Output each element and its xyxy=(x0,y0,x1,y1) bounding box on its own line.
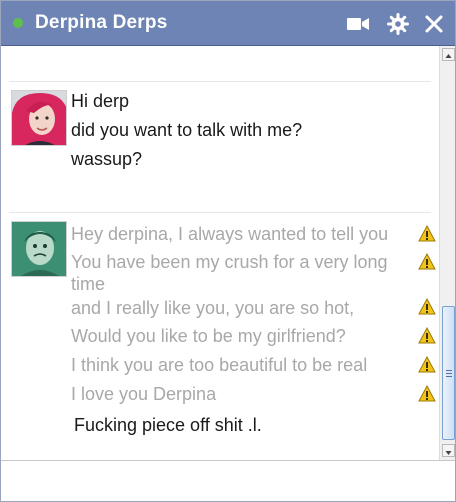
failed-message-text: I love you Derpina xyxy=(71,384,217,404)
gear-icon[interactable] xyxy=(387,13,409,35)
message-divider xyxy=(9,212,431,213)
message-text: wassup? xyxy=(71,149,143,169)
message-text: Fucking piece off shit .l. xyxy=(74,415,262,435)
message-list[interactable]: Hi derp did you want to talk with me? wa… xyxy=(1,46,439,460)
failed-message-text: Would you like to be my girlfriend? xyxy=(71,326,346,346)
derp-avatar[interactable] xyxy=(11,221,67,277)
video-call-icon[interactable] xyxy=(347,13,369,35)
scrollbar-thumb[interactable] xyxy=(442,306,455,440)
chat-titlebar[interactable]: Derpina Derps xyxy=(1,1,455,46)
message-input[interactable] xyxy=(1,460,455,501)
grip-line xyxy=(446,376,452,377)
warning-icon[interactable] xyxy=(418,384,436,402)
chat-window: Derpina Derps Hi derp did you want to ta… xyxy=(0,0,456,502)
online-status-icon xyxy=(13,18,23,28)
warning-icon[interactable] xyxy=(418,355,436,373)
grip-line xyxy=(446,370,452,371)
close-icon[interactable] xyxy=(423,13,445,35)
scrollbar[interactable] xyxy=(439,46,455,460)
warning-icon[interactable] xyxy=(418,224,436,242)
warning-icon[interactable] xyxy=(418,326,436,344)
contact-name[interactable]: Derpina Derps xyxy=(35,12,167,34)
scroll-down-button[interactable] xyxy=(442,444,455,457)
grip-line xyxy=(446,373,452,374)
failed-message-text: I think you are too beautiful to be real xyxy=(71,355,368,375)
warning-icon[interactable] xyxy=(418,252,436,270)
message-divider xyxy=(9,81,431,82)
scroll-up-button[interactable] xyxy=(442,48,455,61)
warning-icon[interactable] xyxy=(418,297,436,315)
failed-message-text: Hey derpina, I always wanted to tell you xyxy=(71,224,389,244)
failed-message-text: You have been my crush for a very long t… xyxy=(71,252,388,294)
failed-message-text: and I really like you, you are so hot, xyxy=(71,298,355,318)
message-text: did you want to talk with me? xyxy=(71,120,303,140)
derpina-avatar[interactable] xyxy=(11,90,67,146)
message-text: Hi derp xyxy=(71,91,130,111)
